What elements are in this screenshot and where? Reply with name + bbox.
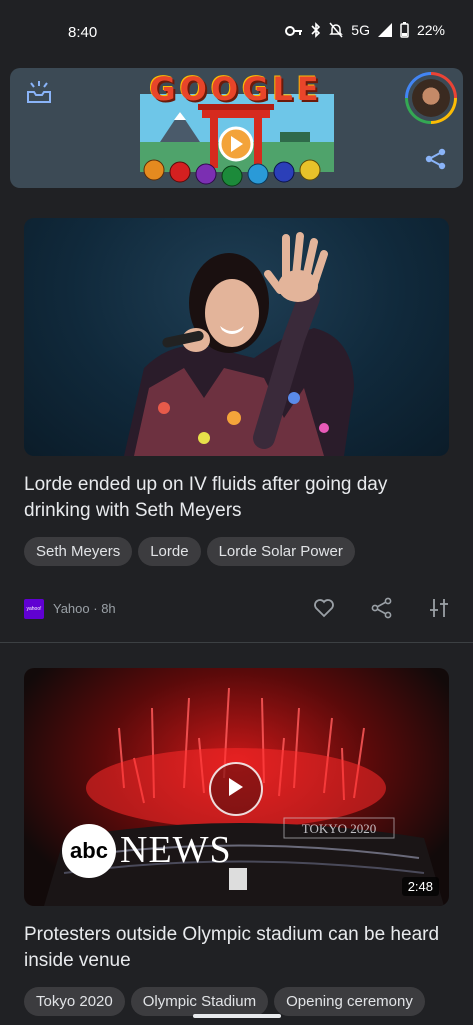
network-type: 5G <box>351 22 370 38</box>
battery-level: 22% <box>416 22 445 38</box>
article-image-lorde[interactable] <box>24 218 449 456</box>
account-avatar[interactable] <box>405 72 457 124</box>
tune-icon[interactable] <box>429 597 449 619</box>
abc-news-text: NEWS <box>120 829 232 871</box>
vpn-key-icon <box>285 26 303 36</box>
video-duration: 2:48 <box>401 877 439 896</box>
topic-chip[interactable]: Seth Meyers <box>24 537 133 566</box>
doodle-logo: GOOGLE <box>149 70 323 108</box>
article-headline[interactable]: Lorde ended up on IV fluids after going … <box>24 472 444 524</box>
video-play-button[interactable] <box>209 762 263 816</box>
status-time: 8:40 <box>68 24 98 41</box>
topic-chip[interactable]: Olympic Stadium <box>130 987 269 1016</box>
play-icon <box>229 778 243 796</box>
topic-chips: Tokyo 2020 Olympic Stadium Opening cerem… <box>24 987 425 1016</box>
source-meta: Yahoo · 8h <box>53 601 116 616</box>
article-source-row: yahoo! Yahoo · 8h <box>24 597 449 621</box>
bluetooth-icon <box>311 22 321 38</box>
yahoo-logo: yahoo! <box>24 599 44 619</box>
notifications-off-icon <box>329 22 344 38</box>
google-doodle[interactable]: GOOGLE <box>130 70 342 188</box>
signal-icon <box>377 23 392 37</box>
doodle-header[interactable]: GOOGLE <box>10 68 463 188</box>
divider <box>0 642 473 643</box>
article-video-thumbnail[interactable]: TOKYO 2020 abc NEWS 2:48 <box>24 668 449 906</box>
avatar-photo <box>412 79 450 117</box>
inbox-icon[interactable] <box>26 80 52 104</box>
topic-chip[interactable]: Lorde Solar Power <box>206 537 355 566</box>
stadium-sign: TOKYO 2020 <box>302 821 377 836</box>
gesture-home-bar[interactable] <box>193 1014 281 1018</box>
topic-chip[interactable]: Tokyo 2020 <box>24 987 125 1016</box>
heart-icon[interactable] <box>313 597 335 619</box>
topic-chips: Seth Meyers Lorde Lorde Solar Power <box>24 537 355 566</box>
source-name: Yahoo <box>53 601 90 616</box>
abc-news-logo: abc <box>62 824 116 878</box>
share-icon[interactable] <box>425 148 447 170</box>
share-icon[interactable] <box>371 597 393 619</box>
status-icons: 5G 22% <box>285 22 445 38</box>
article-age: 8h <box>101 601 116 616</box>
topic-chip[interactable]: Lorde <box>138 537 201 566</box>
topic-chip[interactable]: Opening ceremony <box>274 987 425 1016</box>
status-bar: 8:40 5G 22% <box>0 0 473 64</box>
article-headline[interactable]: Protesters outside Olympic stadium can b… <box>24 922 444 974</box>
battery-icon <box>400 22 409 38</box>
